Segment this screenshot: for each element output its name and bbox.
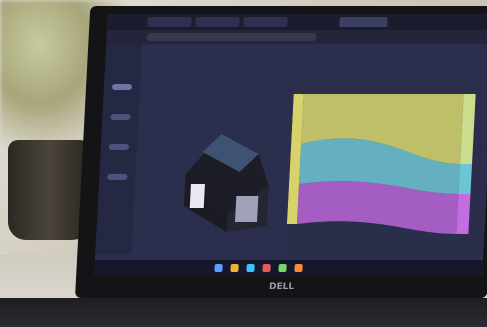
sidebar-item[interactable] — [108, 144, 130, 150]
sankey-chart — [285, 84, 487, 256]
start-icon[interactable] — [214, 264, 223, 272]
house-3d-illustration — [176, 114, 278, 232]
laptop-brand-logo: DELL — [268, 282, 295, 292]
laptop-screen — [94, 14, 487, 276]
browser-tab[interactable] — [147, 17, 192, 27]
app-sidebar — [95, 44, 143, 254]
sidebar-item[interactable] — [107, 174, 128, 180]
taskbar-app-icon[interactable] — [230, 264, 239, 272]
taskbar-app-icon[interactable] — [294, 264, 303, 272]
coffee-cup — [8, 140, 90, 240]
laptop-keyboard — [0, 298, 487, 327]
url-field[interactable] — [146, 33, 317, 41]
sidebar-item[interactable] — [111, 84, 133, 90]
address-bar — [106, 30, 487, 44]
browser-tab[interactable] — [195, 17, 240, 27]
laptop: DELL — [75, 6, 487, 298]
browser-tab-bar — [107, 14, 487, 30]
taskbar-app-icon[interactable] — [262, 264, 271, 272]
taskbar-app-icon[interactable] — [278, 264, 287, 272]
photo-scene: DELL — [0, 0, 487, 327]
taskbar-app-icon[interactable] — [246, 264, 255, 272]
browser-tab[interactable] — [243, 17, 288, 27]
browser-tab-active[interactable] — [339, 17, 388, 27]
windows-taskbar — [94, 260, 483, 276]
sidebar-item[interactable] — [110, 114, 131, 120]
